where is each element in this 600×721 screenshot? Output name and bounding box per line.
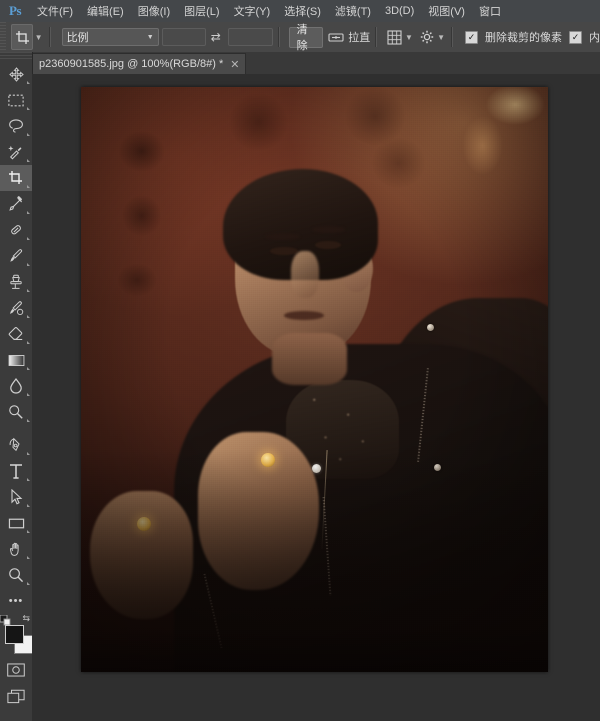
zoom-tool[interactable] [0,562,32,588]
grid-overlay-icon[interactable] [385,26,404,48]
photoshop-window: Ps 文件(F) 编辑(E) 图像(I) 图层(L) 文字(Y) 选择(S) 滤… [0,0,600,721]
pen-tool[interactable] [0,432,32,458]
close-icon[interactable]: ✕ [230,58,239,71]
history-brush-tool[interactable] [0,295,32,321]
swap-dimensions-icon[interactable]: ⇄ [206,25,225,49]
menu-layer[interactable]: 图层(L) [177,0,226,22]
document-tab-title: p2360901585.jpg @ 100%(RGB/8#) * [39,58,224,70]
chevron-down-icon[interactable]: ▼ [436,25,446,49]
eyedropper-tool[interactable] [0,191,32,217]
delete-cropped-pixels-label: 删除裁剪的像素 [485,32,563,44]
options-bar-grip[interactable] [0,22,6,52]
quick-selection-tool[interactable] [0,139,32,165]
screen-mode-icon[interactable] [0,683,32,709]
checkbox-check-icon: ✓ [465,30,479,44]
eraser-tool[interactable] [0,321,32,347]
photoshop-logo: Ps [9,3,22,18]
crop-height-input[interactable] [228,28,273,46]
foreground-color-swatch[interactable] [5,625,24,644]
rectangle-tool[interactable] [0,510,32,536]
options-bar: ▼ 比例 ▼ ⇄ 清除 拉直 ▼ ▼ ✓ 删除裁剪的像素 ✓ 内 [0,22,600,53]
more-tools-button[interactable]: ••• [0,588,32,614]
toolbox-grip[interactable] [0,52,32,61]
options-divider-1 [48,27,51,47]
gear-icon[interactable] [417,26,436,48]
document-tab[interactable]: p2360901585.jpg @ 100%(RGB/8#) * ✕ [32,53,247,74]
chevron-down-icon[interactable]: ▼ [33,25,43,49]
menu-3d[interactable]: 3D(D) [378,0,421,22]
menu-window[interactable]: 窗口 [472,0,508,22]
blur-tool[interactable] [0,373,32,399]
delete-cropped-pixels-checkbox[interactable]: ✓ 删除裁剪的像素 [465,29,562,45]
swap-colors-icon[interactable]: ⇆ [22,613,30,624]
document-tab-bar: p2360901585.jpg @ 100%(RGB/8#) * ✕ [32,52,600,75]
brush-tool[interactable] [0,243,32,269]
canvas-workspace[interactable] [32,74,600,721]
content-aware-label: 内 [589,32,600,44]
menu-view[interactable]: 视图(V) [421,0,472,22]
film-grain-overlay [81,87,548,672]
straighten-icon[interactable] [326,26,345,48]
clone-stamp-tool[interactable] [0,269,32,295]
move-tool[interactable] [0,61,32,87]
menu-image[interactable]: 图像(I) [131,0,177,22]
chevron-down-icon: ▼ [146,33,154,41]
healing-brush-tool[interactable] [0,217,32,243]
menu-bar: Ps 文件(F) 编辑(E) 图像(I) 图层(L) 文字(Y) 选择(S) 滤… [0,0,600,22]
content-aware-checkbox[interactable]: ✓ 内 [569,29,600,45]
checkbox-check-icon: ✓ [569,30,583,44]
options-divider-3 [375,27,378,47]
quick-mask-icon[interactable] [0,657,32,683]
dodge-tool[interactable] [0,399,32,425]
more-tools-label: ••• [8,595,24,607]
lasso-tool[interactable] [0,113,32,139]
image-canvas[interactable] [81,87,548,672]
chevron-down-icon[interactable]: ▼ [404,25,414,49]
toolbox: ••• ⇆ [0,52,33,721]
menu-edit[interactable]: 编辑(E) [80,0,131,22]
crop-preset-value: 比例 [66,32,89,44]
type-tool[interactable] [0,458,32,484]
toolbox-divider-1 [0,425,32,432]
menu-select[interactable]: 选择(S) [277,0,328,22]
menu-file[interactable]: 文件(F) [30,0,80,22]
crop-tool[interactable] [0,165,32,191]
options-divider-2 [277,27,280,47]
gradient-tool[interactable] [0,347,32,373]
crop-width-input[interactable] [161,28,207,46]
marquee-tool[interactable] [0,87,32,113]
crop-preset-select[interactable]: 比例 ▼ [61,28,159,46]
menu-filter[interactable]: 滤镜(T) [328,0,378,22]
clear-button[interactable]: 清除 [288,24,324,52]
options-divider-4 [451,27,454,47]
hand-tool[interactable] [0,536,32,562]
crop-icon[interactable] [10,24,34,50]
color-swatches[interactable]: ⇆ [0,613,33,657]
straighten-label[interactable]: 拉直 [348,29,370,45]
menu-type[interactable]: 文字(Y) [227,0,278,22]
path-selection-tool[interactable] [0,484,32,510]
